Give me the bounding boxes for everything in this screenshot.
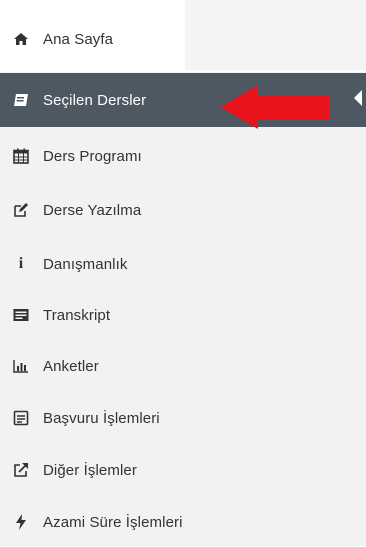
book-icon — [13, 92, 29, 108]
menu-label: Ders Programı — [43, 147, 142, 165]
menu-item-ana-sayfa[interactable]: Ana Sayfa — [0, 19, 366, 59]
bolt-icon — [13, 514, 29, 530]
menu-label: Azami Süre İşlemleri — [43, 513, 183, 531]
menu-item-azami-sure-islemleri[interactable]: Azami Süre İşlemleri — [0, 497, 366, 547]
active-caret-icon — [354, 90, 362, 106]
red-arrow-icon — [220, 85, 330, 129]
menu-item-anketler[interactable]: Anketler — [0, 341, 366, 391]
external-link-icon — [13, 462, 29, 478]
menu-label: Başvuru İşlemleri — [43, 409, 160, 427]
menu-item-transkript[interactable]: Transkript — [0, 290, 366, 340]
menu-item-diger-islemler[interactable]: Diğer İşlemler — [0, 445, 366, 495]
menu-label: Anketler — [43, 357, 99, 375]
menu-label: Transkript — [43, 306, 111, 324]
sidebar-menu: Ana Sayfa Seçilen Dersler Ders Programı … — [0, 0, 366, 546]
menu-label: Seçilen Dersler — [43, 91, 147, 109]
menu-item-danismanlik[interactable]: i Danışmanlık — [0, 239, 366, 289]
info-icon: i — [18, 255, 24, 272]
divider — [0, 70, 366, 72]
menu-label: Derse Yazılma — [43, 201, 142, 219]
menu-item-basvuru-islemleri[interactable]: Başvuru İşlemleri — [0, 393, 366, 443]
menu-label: Danışmanlık — [43, 255, 128, 273]
calendar-icon — [13, 148, 29, 164]
home-icon — [13, 31, 29, 47]
bar-chart-icon — [13, 358, 29, 374]
menu-label: Ana Sayfa — [43, 30, 114, 48]
menu-item-ders-programi[interactable]: Ders Programı — [0, 131, 366, 181]
edit-icon — [13, 202, 29, 218]
menu-item-derse-yazilma[interactable]: Derse Yazılma — [0, 185, 366, 235]
id-card-icon — [13, 307, 29, 323]
document-icon — [13, 410, 29, 426]
menu-label: Diğer İşlemler — [43, 461, 137, 479]
